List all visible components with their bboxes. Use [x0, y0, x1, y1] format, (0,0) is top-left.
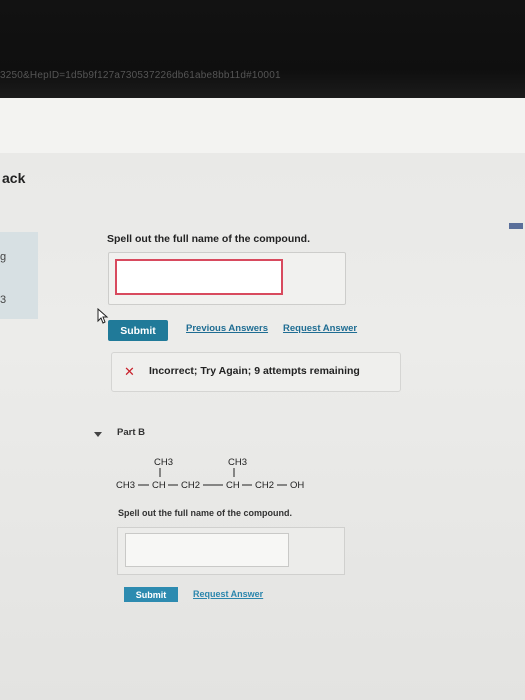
header-band [0, 98, 525, 153]
chain-atom-6: OH [290, 480, 304, 491]
address-bar-url[interactable]: 3250&HepID=1d5b9f127a730537226db61abe8bb… [0, 70, 281, 81]
part-a-answer-input[interactable] [115, 259, 283, 295]
chain-atom-2: CH [152, 480, 166, 491]
substituent-2: CH3 [228, 457, 247, 468]
back-link[interactable]: ack [2, 170, 25, 186]
browser-top-bar: 3250&HepID=1d5b9f127a730537226db61abe8bb… [0, 0, 525, 98]
page-content: ack g 3 [0, 98, 525, 700]
x-icon: ✕ [124, 364, 135, 379]
part-b-formula: CH3 CH3 CH3 CH CH2 CH CH2 OH [116, 457, 304, 491]
sidebar-fragment-1: g [0, 251, 7, 263]
feedback-banner: ✕ Incorrect; Try Again; 9 attempts remai… [111, 352, 401, 392]
part-a-submit-button[interactable]: Submit [108, 320, 168, 341]
collapse-caret-icon[interactable] [94, 432, 102, 437]
part-b-prompt: Spell out the full name of the compound. [118, 508, 292, 518]
part-b-request-answer-link[interactable]: Request Answer [193, 589, 263, 599]
chain-atom-5: CH2 [255, 480, 274, 491]
part-b-submit-button[interactable]: Submit [124, 587, 178, 602]
feedback-message: Incorrect; Try Again; 9 attempts remaini… [149, 365, 360, 377]
part-b-answer-input[interactable] [125, 533, 289, 567]
sidebar-fragment-2: 3 [0, 294, 7, 306]
substituent-1: CH3 [154, 457, 173, 468]
part-b-title[interactable]: Part B [117, 427, 145, 438]
part-a-prompt: Spell out the full name of the compound. [107, 233, 310, 245]
request-answer-link[interactable]: Request Answer [283, 323, 357, 334]
menu-icon[interactable] [509, 223, 523, 229]
chain-atom-4: CH [226, 480, 240, 491]
chain-atom-1: CH3 [116, 480, 135, 491]
previous-answers-link[interactable]: Previous Answers [186, 323, 268, 334]
chain-atom-3: CH2 [181, 480, 200, 491]
